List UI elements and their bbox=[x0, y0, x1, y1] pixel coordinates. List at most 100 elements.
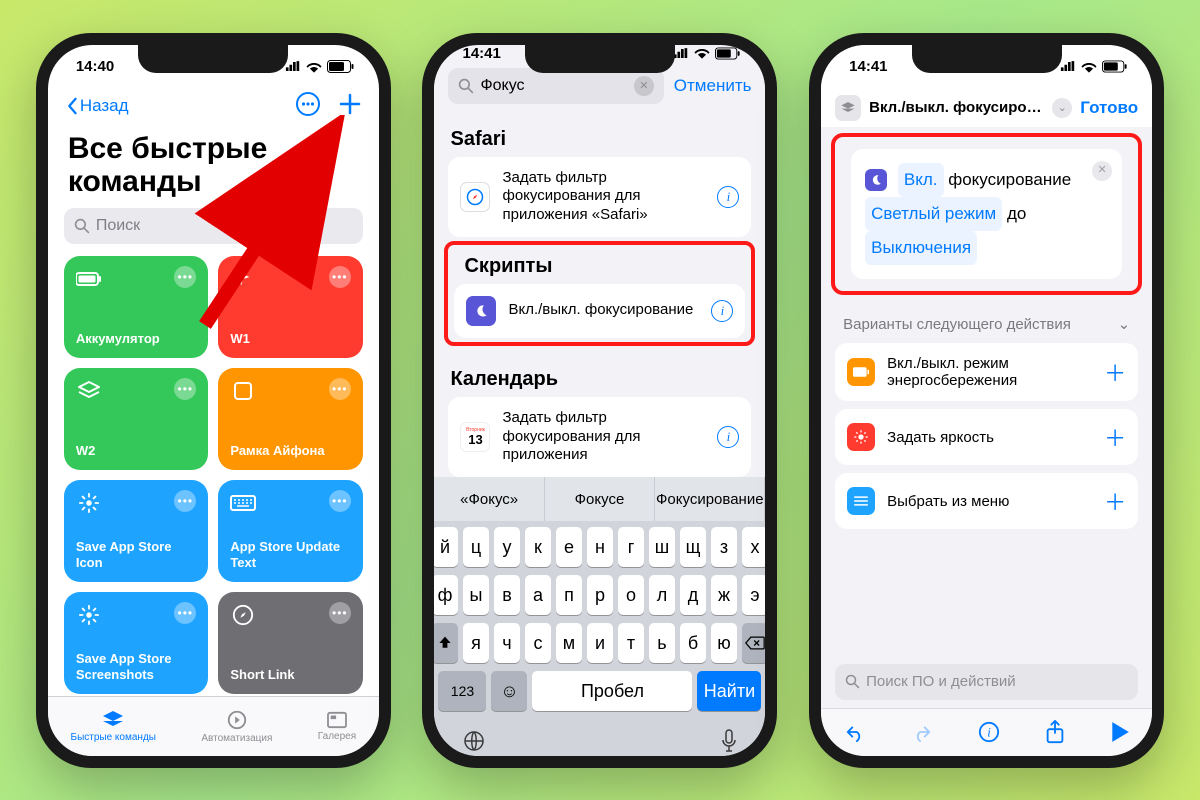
key-ж[interactable]: ж bbox=[711, 575, 737, 615]
share-button[interactable] bbox=[1045, 720, 1065, 744]
plus-icon[interactable]: ＋ bbox=[1104, 485, 1126, 517]
undo-button[interactable] bbox=[844, 722, 866, 742]
tile-more-icon[interactable]: ••• bbox=[174, 378, 196, 400]
action-search[interactable]: Поиск ПО и действий bbox=[835, 664, 1138, 700]
suggestion[interactable]: Фокусе bbox=[545, 477, 655, 521]
tile-w2[interactable]: •••W2 bbox=[64, 368, 209, 470]
chevron-down-icon[interactable]: ⌄ bbox=[1052, 98, 1072, 118]
key-я[interactable]: я bbox=[463, 623, 489, 663]
tile-shortlink[interactable]: •••Short Link bbox=[218, 592, 363, 694]
key-ю[interactable]: ю bbox=[711, 623, 737, 663]
tab-automation[interactable]: Автоматизация bbox=[201, 709, 272, 744]
globe-icon[interactable] bbox=[462, 729, 486, 756]
search-input[interactable]: Фокус ✕ bbox=[448, 68, 663, 104]
key-г[interactable]: г bbox=[618, 527, 644, 567]
action-card[interactable]: ✕ Вкл. фокусирование Светлый режим до Вы… bbox=[851, 149, 1122, 280]
done-button[interactable]: Готово bbox=[1080, 98, 1138, 118]
key-а[interactable]: а bbox=[525, 575, 551, 615]
key-х[interactable]: х bbox=[742, 527, 766, 567]
key-е[interactable]: е bbox=[556, 527, 582, 567]
tile-screenshots[interactable]: ••• Save App Store Screenshots bbox=[64, 592, 209, 694]
key-в[interactable]: в bbox=[494, 575, 520, 615]
tab-shortcuts[interactable]: Быстрые команды bbox=[71, 710, 156, 743]
remove-action-icon[interactable]: ✕ bbox=[1092, 161, 1112, 181]
key-н[interactable]: н bbox=[587, 527, 613, 567]
tile-save-icon[interactable]: •••Save App Store Icon bbox=[64, 480, 209, 582]
tile-battery[interactable]: •••Аккумулятор bbox=[64, 256, 209, 358]
key-и[interactable]: и bbox=[587, 623, 613, 663]
key-п[interactable]: п bbox=[556, 575, 582, 615]
token-off[interactable]: Выключения bbox=[865, 231, 977, 265]
editor-title[interactable]: Вкл./выкл. фокусирован… bbox=[869, 99, 1044, 116]
list-scripts: Вкл./выкл. фокусирование i bbox=[454, 284, 745, 338]
key-щ[interactable]: щ bbox=[680, 527, 706, 567]
suggestion[interactable]: «Фокус» bbox=[434, 477, 544, 521]
tile-w1[interactable]: •••W1 bbox=[218, 256, 363, 358]
backspace-key[interactable] bbox=[742, 623, 766, 663]
info-icon[interactable]: i bbox=[717, 186, 739, 208]
plus-icon[interactable]: ＋ bbox=[1104, 421, 1126, 453]
token-mode[interactable]: Светлый режим bbox=[865, 197, 1002, 231]
redo-button[interactable] bbox=[911, 722, 933, 742]
token-on[interactable]: Вкл. bbox=[898, 163, 944, 197]
tile-more-icon[interactable]: ••• bbox=[329, 266, 351, 288]
find-key[interactable]: Найти bbox=[697, 671, 761, 711]
emoji-key[interactable]: ☺ bbox=[491, 671, 527, 711]
tile-update-text[interactable]: •••App Store Update Text bbox=[218, 480, 363, 582]
key-з[interactable]: з bbox=[711, 527, 737, 567]
tile-more-icon[interactable]: ••• bbox=[174, 490, 196, 512]
tab-gallery[interactable]: Галерея bbox=[318, 711, 356, 742]
suggestion-menu[interactable]: Выбрать из меню ＋ bbox=[835, 473, 1138, 529]
mic-icon[interactable] bbox=[721, 729, 737, 756]
key-д[interactable]: д bbox=[680, 575, 706, 615]
tile-more-icon[interactable]: ••• bbox=[329, 378, 351, 400]
tile-more-icon[interactable]: ••• bbox=[329, 490, 351, 512]
key-с[interactable]: с bbox=[525, 623, 551, 663]
clear-icon[interactable]: ✕ bbox=[634, 76, 654, 96]
tile-more-icon[interactable]: ••• bbox=[174, 602, 196, 624]
info-button[interactable]: i bbox=[978, 721, 1000, 743]
key-ф[interactable]: ф bbox=[434, 575, 458, 615]
key-к[interactable]: к bbox=[525, 527, 551, 567]
suggestion-lowpower[interactable]: Вкл./выкл. режим энергосбережения ＋ bbox=[835, 343, 1138, 401]
key-ь[interactable]: ь bbox=[649, 623, 675, 663]
key-ы[interactable]: ы bbox=[463, 575, 489, 615]
key-у[interactable]: у bbox=[494, 527, 520, 567]
key-т[interactable]: т bbox=[618, 623, 644, 663]
tile-label: Save App Store Screenshots bbox=[76, 651, 197, 684]
tile-more-icon[interactable]: ••• bbox=[329, 602, 351, 624]
suggestion-brightness[interactable]: Задать яркость ＋ bbox=[835, 409, 1138, 465]
key-р[interactable]: р bbox=[587, 575, 613, 615]
shift-key[interactable] bbox=[434, 623, 458, 663]
info-icon[interactable]: i bbox=[717, 426, 739, 448]
shortcut-icon[interactable] bbox=[835, 95, 861, 121]
back-button[interactable]: Назад bbox=[66, 96, 129, 116]
plus-icon[interactable]: ＋ bbox=[1104, 356, 1126, 388]
action-text: до bbox=[1007, 204, 1026, 223]
key-ч[interactable]: ч bbox=[494, 623, 520, 663]
add-button[interactable] bbox=[339, 93, 361, 120]
suggestions-header[interactable]: Варианты следующего действия ⌄ bbox=[821, 301, 1152, 339]
key-ц[interactable]: ц bbox=[463, 527, 489, 567]
key-э[interactable]: э bbox=[742, 575, 766, 615]
cancel-button[interactable]: Отменить bbox=[674, 76, 752, 96]
key-ш[interactable]: ш bbox=[649, 527, 675, 567]
key-о[interactable]: о bbox=[618, 575, 644, 615]
tile-frame[interactable]: •••Рамка Айфона bbox=[218, 368, 363, 470]
search-field[interactable]: Поиск bbox=[64, 208, 363, 244]
info-icon[interactable]: i bbox=[711, 300, 733, 322]
suggestion[interactable]: Фокусирование bbox=[655, 477, 765, 521]
space-key[interactable]: Пробел bbox=[532, 671, 692, 711]
key-б[interactable]: б bbox=[680, 623, 706, 663]
row-safari-filter[interactable]: Задать фильтр фокусирования для приложен… bbox=[448, 157, 751, 237]
tile-more-icon[interactable]: ••• bbox=[174, 266, 196, 288]
key-л[interactable]: л bbox=[649, 575, 675, 615]
more-button[interactable] bbox=[295, 91, 321, 122]
row-toggle-focus[interactable]: Вкл./выкл. фокусирование i bbox=[454, 284, 745, 338]
run-button[interactable] bbox=[1110, 721, 1130, 743]
123-key[interactable]: 123 bbox=[438, 671, 486, 711]
list-calendar: Вторник 13 Задать фильтр фокусирования д… bbox=[448, 397, 751, 477]
key-м[interactable]: м bbox=[556, 623, 582, 663]
row-calendar-filter[interactable]: Вторник 13 Задать фильтр фокусирования д… bbox=[448, 397, 751, 477]
key-й[interactable]: й bbox=[434, 527, 458, 567]
